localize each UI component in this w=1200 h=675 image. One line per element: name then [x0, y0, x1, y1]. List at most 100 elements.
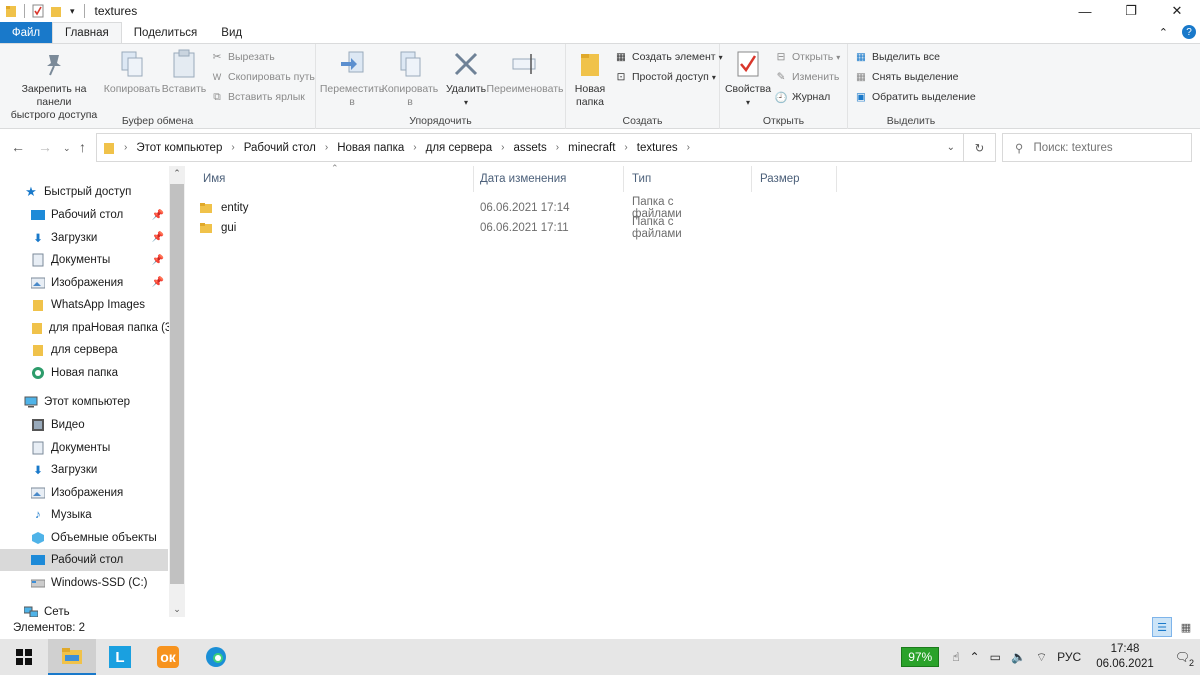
column-size[interactable]: Размер: [752, 166, 837, 192]
breadcrumb-item[interactable]: для сервера: [426, 142, 493, 154]
scroll-thumb[interactable]: [170, 184, 184, 584]
nav-quick-item[interactable]: WhatsApp Images: [0, 294, 168, 316]
minimize-button[interactable]: —: [1062, 0, 1108, 22]
nav-quick-item[interactable]: Рабочий стол 📌: [0, 204, 168, 226]
edit-button[interactable]: ✎ Изменить: [774, 68, 840, 86]
breadcrumb-item[interactable]: Этот компьютер: [136, 142, 222, 154]
breadcrumb-item[interactable]: Рабочий стол: [244, 142, 316, 154]
paste-shortcut-button[interactable]: ⧉ Вставить ярлык: [210, 88, 305, 106]
new-folder-button[interactable]: Новая папка: [572, 48, 608, 109]
paste-button[interactable]: Вставить: [162, 48, 206, 96]
column-name[interactable]: Имя: [195, 166, 474, 192]
file-row[interactable]: entity 06.06.2021 17:14 Папка с файлами: [199, 196, 719, 220]
customize-toolbar-icon[interactable]: ▾: [70, 6, 75, 17]
nav-network[interactable]: Сеть: [0, 601, 168, 617]
chevron-right-icon[interactable]: ›: [501, 142, 504, 154]
nav-pc-item[interactable]: Изображения: [0, 482, 168, 504]
battery-indicator[interactable]: 97%: [901, 647, 940, 667]
nav-pc-item[interactable]: ⬇ Загрузки: [0, 459, 168, 481]
easy-access-button[interactable]: ⊡ Простой доступ ▾: [614, 68, 716, 86]
chevron-up-icon[interactable]: ⌃: [970, 650, 980, 664]
details-view-button[interactable]: ☰: [1152, 617, 1172, 637]
address-bar[interactable]: › Этот компьютер › Рабочий стол › Новая папк…: [96, 133, 964, 162]
taskbar-odnoklassniki[interactable]: ок: [144, 639, 192, 675]
clock[interactable]: 17:48 06.06.2021: [1096, 642, 1154, 672]
pin-icon[interactable]: 📌: [152, 277, 164, 288]
speaker-icon[interactable]: 🔈: [1011, 650, 1026, 664]
copy-button[interactable]: Копировать: [104, 48, 160, 96]
chevron-right-icon[interactable]: ›: [413, 142, 416, 154]
nav-pc-item[interactable]: Windows-SSD (C:): [0, 572, 168, 594]
wifi-icon[interactable]: ⌔: [1036, 650, 1047, 665]
open-button[interactable]: ⊟ Открыть ▾: [774, 48, 841, 66]
properties-button[interactable]: Свойства ▾: [724, 48, 772, 109]
chevron-right-icon[interactable]: ›: [624, 142, 627, 154]
language-indicator[interactable]: РУС: [1057, 650, 1081, 664]
select-all-button[interactable]: ▦ Выделить все: [854, 48, 940, 66]
nav-quick-item[interactable]: для сервера: [0, 339, 168, 361]
invert-selection-button[interactable]: ▣ Обратить выделение: [854, 88, 976, 106]
pin-icon[interactable]: 📌: [152, 210, 164, 221]
nav-quick-item[interactable]: Изображения 📌: [0, 272, 168, 294]
tab-home[interactable]: Главная: [52, 22, 122, 43]
chevron-right-icon[interactable]: ›: [687, 142, 690, 154]
breadcrumb-item[interactable]: Новая папка: [337, 142, 404, 154]
close-button[interactable]: ✕: [1154, 0, 1200, 22]
select-none-button[interactable]: ▦ Снять выделение: [854, 68, 958, 86]
chevron-right-icon[interactable]: ›: [124, 142, 127, 153]
chevron-right-icon[interactable]: ›: [231, 142, 234, 154]
forward-arrow-icon[interactable]: →: [38, 139, 52, 155]
tab-share[interactable]: Поделиться: [122, 22, 210, 43]
tab-file[interactable]: Файл: [0, 22, 52, 43]
nav-pc-item[interactable]: Рабочий стол: [0, 549, 168, 571]
taskbar-app-l[interactable]: L: [96, 639, 144, 675]
chevron-down-icon[interactable]: ⌄: [947, 142, 955, 153]
chevron-right-icon[interactable]: ›: [556, 142, 559, 154]
scroll-up-icon[interactable]: ⌃: [169, 168, 185, 179]
nav-quick-item[interactable]: для праНовая папка (3): [0, 317, 175, 339]
pin-icon[interactable]: 📌: [152, 232, 164, 243]
maximize-button[interactable]: ❐: [1108, 0, 1154, 22]
copy-path-button[interactable]: W Скопировать путь: [210, 68, 315, 86]
large-icons-view-button[interactable]: ▦: [1176, 617, 1196, 637]
breadcrumb-item[interactable]: minecraft: [568, 142, 615, 154]
nav-pc-item[interactable]: Объемные объекты: [0, 527, 168, 549]
move-to-button[interactable]: Переместить в: [320, 48, 384, 109]
rename-button[interactable]: Переименовать: [487, 48, 564, 96]
new-item-button[interactable]: ▦ Создать элемент ▾: [614, 48, 723, 66]
nav-quick-item[interactable]: Новая папка: [0, 362, 168, 384]
back-arrow-icon[interactable]: ←: [11, 139, 25, 155]
nav-quick-item[interactable]: Документы 📌: [0, 249, 168, 271]
search-input[interactable]: [1033, 141, 1184, 154]
nav-pc-item[interactable]: Документы: [0, 437, 168, 459]
battery-icon[interactable]: ▭: [990, 650, 1001, 664]
taskbar-file-explorer[interactable]: [48, 639, 96, 675]
properties-icon[interactable]: [32, 4, 44, 18]
tab-view[interactable]: Вид: [209, 22, 254, 43]
help-icon[interactable]: ?: [1182, 25, 1196, 39]
copy-to-button[interactable]: Копировать в: [380, 48, 440, 109]
cut-button[interactable]: ✂ Вырезать: [210, 48, 275, 66]
up-arrow-icon[interactable]: ↑: [79, 139, 86, 155]
history-button[interactable]: 🕘 Журнал: [774, 88, 830, 106]
nav-this-pc[interactable]: Этот компьютер: [0, 391, 168, 413]
pin-icon[interactable]: 📌: [152, 255, 164, 266]
nav-quick-item[interactable]: ⬇ Загрузки 📌: [0, 227, 168, 249]
touch-icon[interactable]: ☝: [952, 650, 959, 664]
file-row[interactable]: gui 06.06.2021 17:11 Папка с файлами: [199, 216, 719, 240]
scroll-down-icon[interactable]: ⌄: [169, 604, 185, 615]
breadcrumb-item[interactable]: textures: [637, 142, 678, 154]
pin-quick-access-button[interactable]: Закрепить на панели быстрого доступа: [6, 48, 102, 122]
start-button[interactable]: [0, 639, 48, 675]
refresh-button[interactable]: ↻: [964, 133, 996, 162]
notifications-icon[interactable]: 🗨 2: [1175, 650, 1194, 668]
taskbar-edge[interactable]: [192, 639, 240, 675]
column-type[interactable]: Тип: [624, 166, 752, 192]
nav-pc-item[interactable]: Видео: [0, 414, 168, 436]
recent-locations-icon[interactable]: ⌄: [63, 143, 71, 154]
breadcrumb-item[interactable]: assets: [514, 142, 547, 154]
column-date[interactable]: Дата изменения: [472, 166, 624, 192]
delete-button[interactable]: Удалить ▾: [444, 48, 488, 109]
chevron-up-icon[interactable]: ⌃: [1159, 26, 1168, 39]
nav-pc-item[interactable]: ♪ Музыка: [0, 504, 168, 526]
